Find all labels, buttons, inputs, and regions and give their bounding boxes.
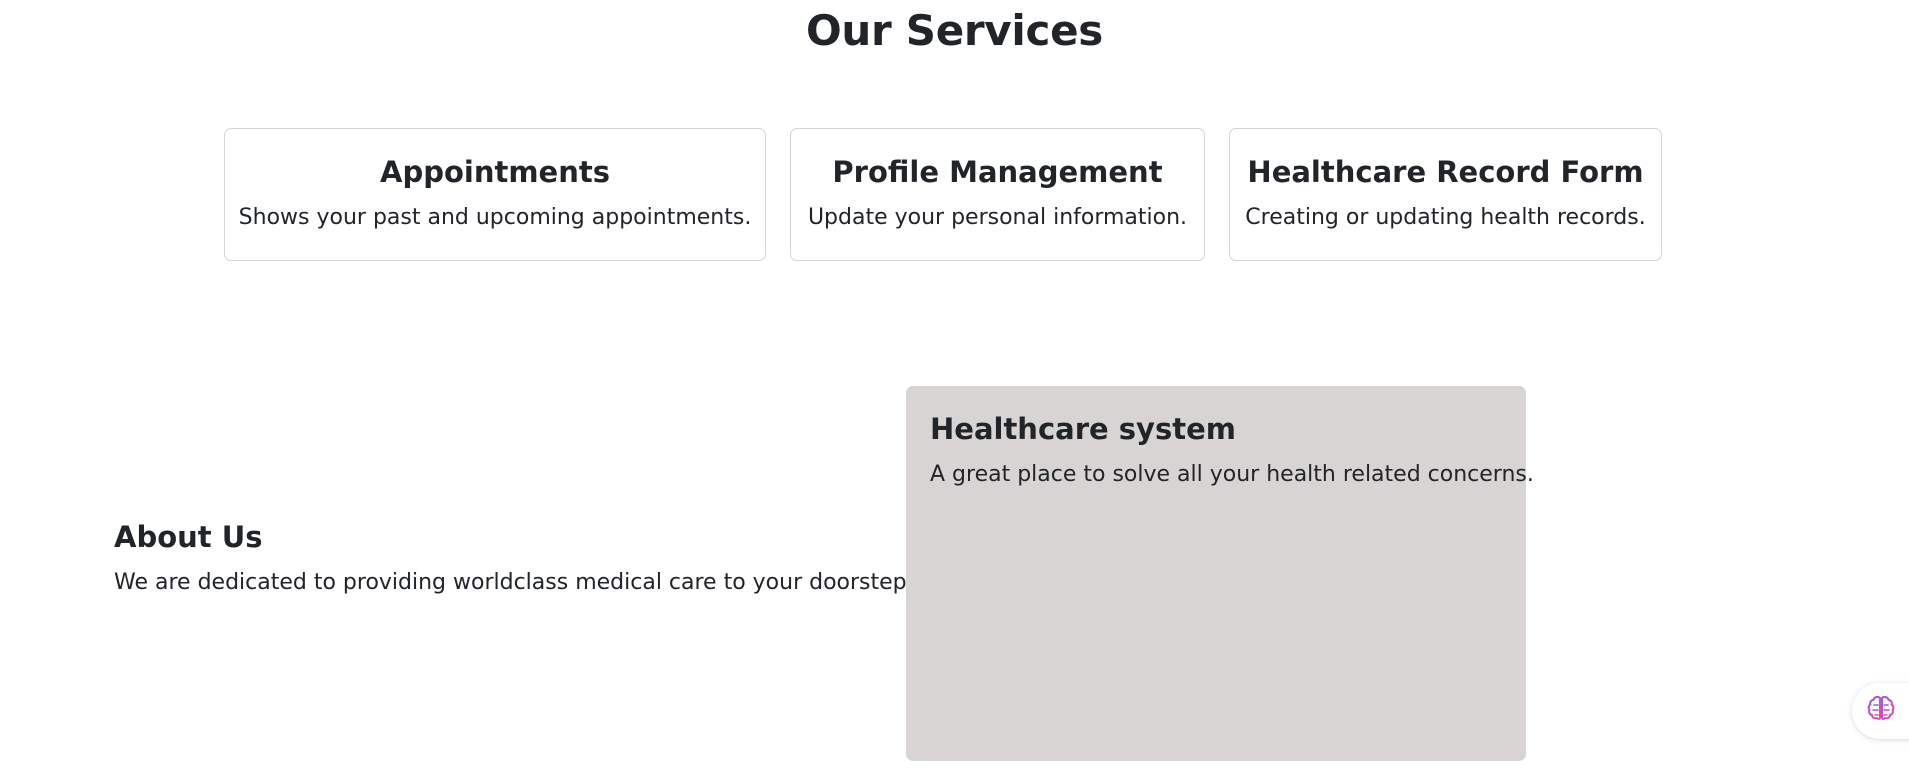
service-card-description: Update your personal information. [807,205,1188,230]
brain-icon [1865,693,1897,729]
service-card-description: Shows your past and upcoming appointment… [238,205,752,230]
service-card-title: Healthcare Record Form [1247,155,1644,189]
services-title: Our Services [806,6,1103,55]
service-card-title: Appointments [380,155,610,189]
about-section: About Us We are dedicated to providing w… [114,520,914,595]
service-card-description: Creating or updating health records. [1245,205,1646,230]
hero-description: A great place to solve all your health r… [930,462,1534,487]
assistant-widget-button[interactable] [1852,683,1909,739]
healthcare-system-panel: Healthcare system A great place to solve… [906,386,1534,761]
service-card-healthcare-record-form[interactable]: Healthcare Record Form Creating or updat… [1229,128,1662,261]
hero-title: Healthcare system [930,412,1236,446]
page: Our Services Appointments Shows your pas… [0,0,1909,769]
service-card-profile-management[interactable]: Profile Management Update your personal … [790,128,1205,261]
about-description: We are dedicated to providing worldclass… [114,570,914,595]
about-title: About Us [114,520,263,554]
service-card-appointments[interactable]: Appointments Shows your past and upcomin… [224,128,766,261]
service-card-title: Profile Management [832,155,1163,189]
